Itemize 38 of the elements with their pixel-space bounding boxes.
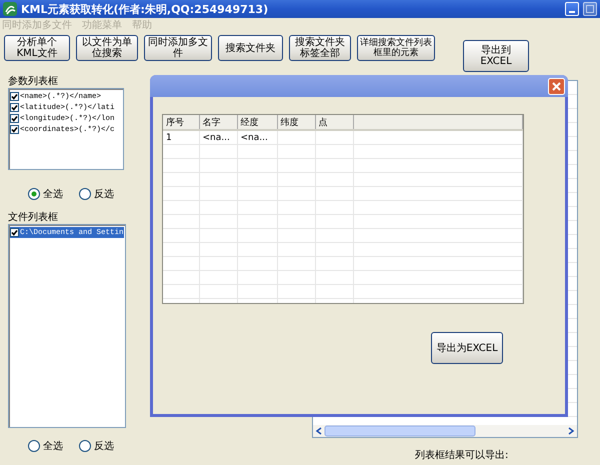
status-label: 列表框结果可以导出:: [415, 448, 508, 462]
radio-label: 反选: [94, 188, 114, 201]
radio-button[interactable]: [28, 188, 40, 200]
minimize-button[interactable]: [565, 2, 579, 16]
list-label: 参数列表框: [8, 74, 59, 88]
table-cell: <na...: [199, 130, 237, 144]
checkbox[interactable]: [10, 92, 19, 101]
radio-label: 全选: [43, 440, 63, 453]
radio-button[interactable]: [28, 440, 40, 452]
window-title: KML元素获取转化(作者:朱明,QQ:254949713): [21, 2, 270, 16]
column-header[interactable]: 序号: [163, 115, 199, 130]
table-cell: 1: [163, 130, 199, 144]
column-header[interactable]: 经度: [237, 115, 277, 130]
toolbar-button[interactable]: 搜索文件夹: [218, 35, 283, 61]
maximize-button[interactable]: [583, 2, 597, 16]
radio-label: 全选: [43, 188, 63, 201]
toolbar-button[interactable]: 以文件为单位搜索: [76, 35, 138, 61]
export-button[interactable]: 导出为EXCEL: [431, 332, 503, 364]
table-cell: <na...: [237, 130, 277, 144]
toolbar-button[interactable]: 详细搜索文件列表框里的元素: [357, 35, 435, 61]
toolbar-button[interactable]: 分析单个KML文件: [4, 35, 70, 61]
column-header[interactable]: 纬度: [277, 115, 315, 130]
checkbox[interactable]: [10, 228, 19, 237]
close-button[interactable]: [548, 78, 565, 94]
checkbox[interactable]: [10, 114, 19, 123]
checkbox[interactable]: [10, 125, 19, 134]
app-icon: [3, 2, 17, 16]
list-label: 文件列表框: [8, 210, 59, 224]
checkbox[interactable]: [10, 103, 19, 112]
column-header[interactable]: 点: [315, 115, 353, 130]
radio-button[interactable]: [79, 188, 91, 200]
radio-label: 反选: [94, 440, 114, 453]
toolbar-button[interactable]: 搜索文件夹标签全部: [289, 35, 351, 61]
scrollbar[interactable]: [313, 425, 577, 437]
column-header[interactable]: 名字: [199, 115, 237, 130]
export-button[interactable]: 导出到EXCEL: [463, 40, 529, 72]
toolbar-button[interactable]: 同时添加多文件: [144, 35, 212, 61]
radio-button[interactable]: [79, 440, 91, 452]
